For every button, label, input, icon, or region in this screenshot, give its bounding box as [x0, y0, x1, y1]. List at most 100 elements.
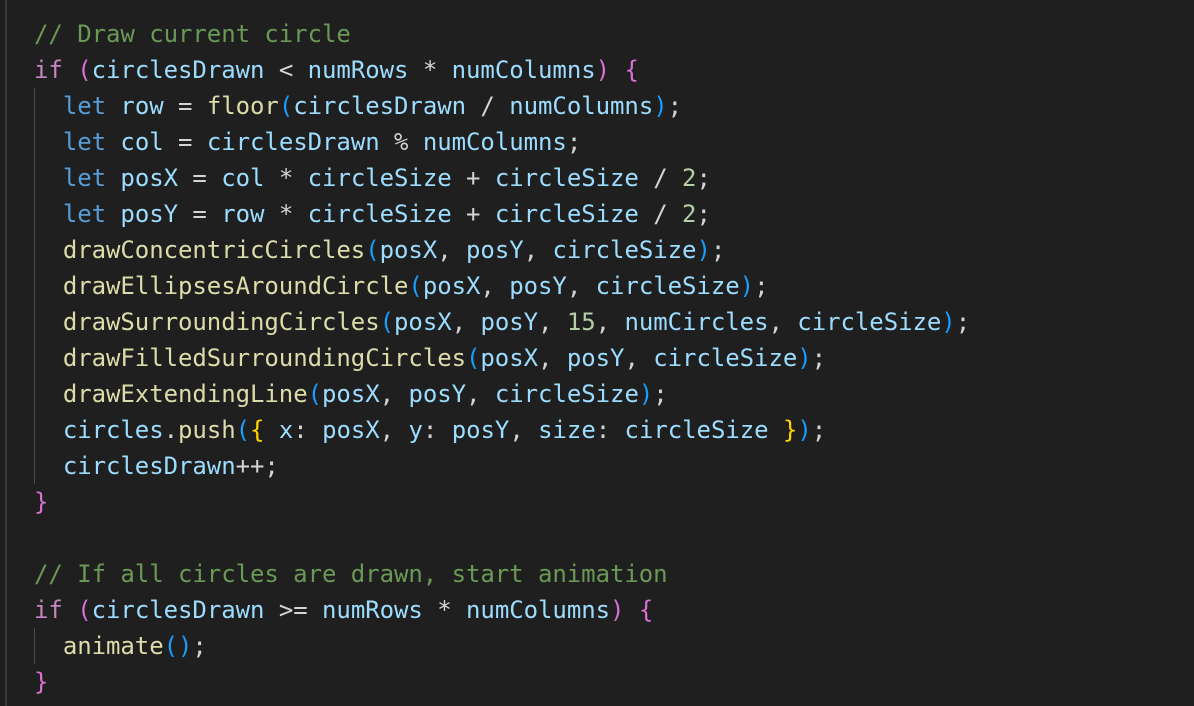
code-line[interactable]: } [34, 484, 970, 520]
code-token: posX [120, 164, 179, 192]
code-editor[interactable]: // Draw current circle if (circlesDrawn <… [0, 0, 1194, 706]
code-token: floor [206, 92, 279, 120]
code-token: circleSize [307, 164, 452, 192]
code-token: / [466, 92, 510, 120]
code-token: , [595, 308, 625, 336]
code-token: circles [62, 416, 164, 444]
code-token: let [62, 164, 107, 192]
code-token: numColumns [509, 92, 654, 120]
code-token: * [422, 596, 467, 624]
code-token: row [120, 92, 164, 120]
code-token: ) [941, 308, 956, 336]
code-token: , [538, 344, 567, 372]
code-token: % [379, 128, 423, 156]
code-line[interactable]: drawFilledSurroundingCircles(posX, posY,… [34, 340, 970, 376]
code-token: , [379, 416, 409, 444]
code-line[interactable]: drawSurroundingCircles(posX, posY, 15, n… [34, 304, 970, 340]
code-token: ( [408, 272, 423, 300]
code-line[interactable]: let col = circlesDrawn % numColumns; [34, 124, 970, 160]
code-token: y [408, 416, 423, 444]
code-token: . [163, 416, 179, 444]
code-token: ( [77, 596, 92, 624]
code-line[interactable]: // Draw current circle [34, 16, 970, 52]
code-line[interactable] [34, 520, 970, 556]
code-token: col [221, 164, 265, 192]
code-line[interactable]: circles.push({ x: posX, y: posY, size: c… [34, 412, 970, 448]
code-line[interactable]: drawEllipsesAroundCircle(posX, posY, cir… [34, 268, 970, 304]
code-token: posY [480, 308, 539, 336]
code-line[interactable]: } [34, 664, 970, 700]
code-token: ( [278, 92, 294, 120]
code-lines[interactable]: // Draw current circle if (circlesDrawn <… [34, 16, 970, 700]
code-token: // If all circles are drawn, start anima… [34, 560, 668, 588]
code-token: // Draw current circle [34, 20, 351, 48]
code-line[interactable]: drawConcentricCircles(posX, posY, circle… [34, 232, 970, 268]
code-token: ; [667, 92, 683, 120]
code-token: col [120, 128, 164, 156]
code-line[interactable]: // If all circles are drawn, start anima… [34, 556, 970, 592]
code-token: ( [466, 344, 481, 372]
code-token: ) [696, 236, 711, 264]
code-line[interactable]: if (circlesDrawn < numRows * numColumns)… [34, 52, 970, 88]
code-line[interactable]: drawExtendingLine(posX, posY, circleSize… [34, 376, 970, 412]
code-line[interactable]: animate(); [34, 628, 970, 664]
code-token: drawExtendingLine [62, 380, 308, 408]
code-token: ; [710, 236, 726, 264]
code-token: ; [696, 164, 711, 192]
code-token: circlesDrawn [206, 128, 380, 156]
code-token: ( [379, 308, 395, 336]
code-token: circlesDrawn [91, 596, 265, 624]
code-token: circleSize [797, 308, 942, 336]
code-token: circlesDrawn [62, 452, 236, 480]
code-token: numCircles [624, 308, 769, 336]
code-line[interactable]: let posY = row * circleSize + circleSize… [34, 196, 970, 232]
code-token: numColumns [422, 128, 567, 156]
code-token: if [34, 596, 63, 624]
code-token: let [62, 92, 107, 120]
code-token: = [178, 164, 222, 192]
code-token: row [221, 200, 265, 228]
code-token: ) [797, 344, 812, 372]
code-line[interactable]: let posX = col * circleSize + circleSize… [34, 160, 970, 196]
code-token: ( [365, 236, 380, 264]
code-token: < [264, 56, 308, 84]
code-line[interactable]: circlesDrawn++; [34, 448, 970, 484]
code-token: circleSize [595, 272, 740, 300]
code-token: posX [422, 272, 481, 300]
code-token: , [437, 236, 467, 264]
code-token: ; [696, 200, 711, 228]
code-token: circlesDrawn [91, 56, 265, 84]
code-token: , [451, 308, 481, 336]
code-token: + [451, 200, 495, 228]
code-token: } [34, 488, 49, 516]
code-line[interactable]: let row = floor(circlesDrawn / numColumn… [34, 88, 970, 124]
code-token: ) [638, 380, 654, 408]
code-line[interactable]: if (circlesDrawn >= numRows * numColumns… [34, 592, 970, 628]
code-token: : [422, 416, 452, 444]
code-token: : [293, 416, 323, 444]
code-token: ) [610, 596, 625, 624]
code-token: circleSize [307, 200, 452, 228]
code-token: ( [77, 56, 92, 84]
code-token: let [62, 128, 107, 156]
code-token: drawConcentricCircles [62, 236, 366, 264]
code-token: numRows [322, 596, 423, 624]
code-token: circleSize [494, 200, 639, 228]
code-token: ) [797, 416, 812, 444]
code-token: ) [739, 272, 755, 300]
